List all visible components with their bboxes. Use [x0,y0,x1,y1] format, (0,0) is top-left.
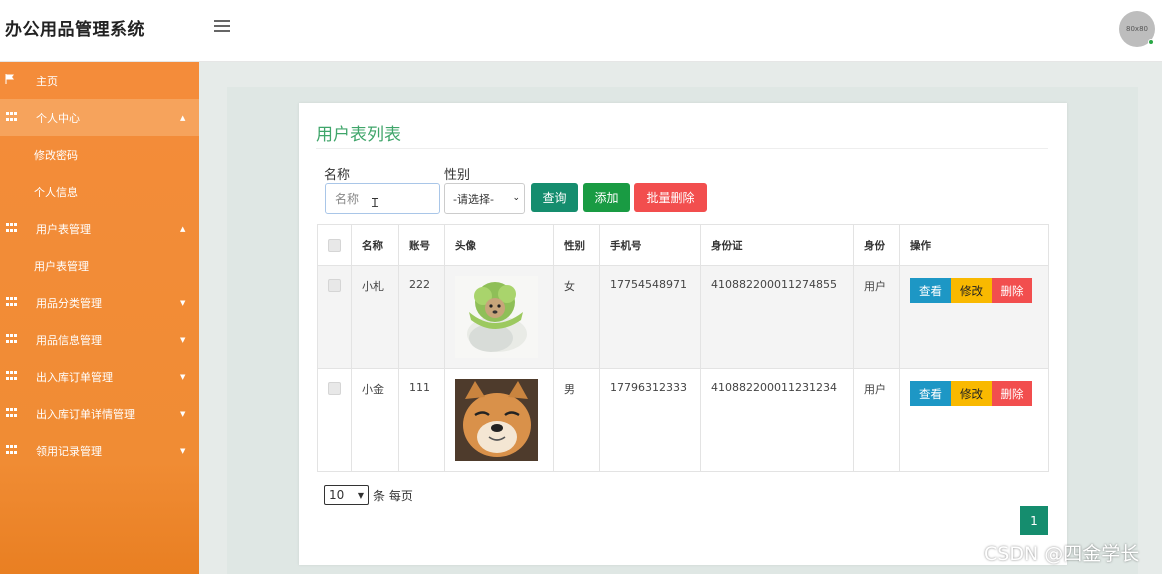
chevron-down-icon: ▼ [180,446,186,455]
gender-select[interactable]: -请选择- ⌄ [444,183,525,214]
grid-icon [6,445,17,455]
chevron-down-icon: ▼ [180,372,186,381]
row-checkbox[interactable] [328,278,341,292]
column-header-role: 身份 [853,224,900,266]
sidebar-item-label: 用品信息管理 [36,333,102,347]
sidebar-subitem-user-management[interactable]: 用户表管理 [0,247,199,284]
page-size-value: 10 [329,488,345,502]
sidebar-item-home[interactable]: 主页 [0,62,199,99]
grid-icon [6,408,17,418]
sidebar-item-user-management[interactable]: 用户表管理 ▲ [0,210,199,247]
chevron-down-icon: ⌄ [512,193,520,203]
chevron-down-icon: ▼ [180,409,186,418]
watermark: CSDN @四金学长 [984,543,1140,565]
delete-button[interactable]: 删除 [992,278,1032,303]
row-actions: 查看 修改 删除 [910,381,1038,406]
user-table: 名称 账号 头像 性别 手机号 身份证 身份 操作 小札 222 女 17754… [317,224,1049,472]
cell-id-card: 410882200011231234 [700,368,854,472]
top-bar: 办公用品管理系统 80x80 [0,0,1162,62]
cell-id-card: 410882200011274855 [700,265,854,369]
sidebar-item-label: 领用记录管理 [36,444,102,458]
row-actions: 查看 修改 删除 [910,278,1038,303]
sidebar-item-label: 用品分类管理 [36,296,102,310]
cell-account: 111 [398,368,445,472]
sidebar-item-label: 出入库订单管理 [36,370,113,384]
chevron-down-icon: ▼ [357,490,364,500]
cell-name: 小札 [351,265,399,369]
delete-button[interactable]: 删除 [992,381,1032,406]
view-button[interactable]: 查看 [910,278,951,303]
cell-role: 用户 [853,368,900,472]
flag-icon [5,74,14,84]
cell-name: 小金 [351,368,399,472]
grid-icon [6,334,17,344]
sidebar-item-personal-center[interactable]: 个人中心 ▲ [0,99,199,136]
chevron-up-icon: ▲ [180,113,186,122]
sidebar-item-category-management[interactable]: 用品分类管理 ▼ [0,284,199,321]
sidebar-item-stock-order-management[interactable]: 出入库订单管理 ▼ [0,358,199,395]
cell-gender: 女 [553,265,600,369]
chevron-down-icon: ▼ [180,335,186,344]
column-header-gender: 性别 [553,224,600,266]
sidebar-subitem-personal-info[interactable]: 个人信息 [0,173,199,210]
sidebar-item-usage-record-management[interactable]: 领用记录管理 ▼ [0,432,199,469]
menu-toggle-icon[interactable] [214,20,230,32]
page-title: 用户表列表 [316,125,401,145]
table-row: 小札 222 女 17754548971 410882200011274855 … [317,265,1049,369]
title-divider [316,148,1048,149]
column-header-id-card: 身份证 [700,224,854,266]
chevron-down-icon: ▼ [180,298,186,307]
edit-button[interactable]: 修改 [951,381,992,406]
sidebar: 主页 个人中心 ▲ 修改密码 个人信息 用户表管理 ▲ 用户表管理 用品分类管理… [0,62,199,574]
grid-icon [6,112,17,122]
page-size-label: 条 每页 [373,489,413,503]
add-button[interactable]: 添加 [583,183,630,212]
column-header-avatar: 头像 [444,224,554,266]
page-size-select[interactable]: 10 ▼ [324,485,369,505]
view-button[interactable]: 查看 [910,381,951,406]
batch-delete-button[interactable]: 批量删除 [634,183,707,212]
query-button[interactable]: 查询 [531,183,578,212]
text-cursor-icon: Ｉ [369,196,382,210]
sidebar-subitem-change-password[interactable]: 修改密码 [0,136,199,173]
cell-role: 用户 [853,265,900,369]
gender-filter-label: 性别 [444,168,471,183]
grid-icon [6,223,17,233]
table-header-row: 名称 账号 头像 性别 手机号 身份证 身份 操作 [317,224,1049,266]
avatar-text: 80x80 [1126,25,1148,33]
sidebar-item-label: 出入库订单详情管理 [36,407,135,421]
sidebar-item-label: 个人中心 [36,111,80,125]
select-all-checkbox[interactable] [328,238,341,252]
cell-account: 222 [398,265,445,369]
column-header-phone: 手机号 [599,224,701,266]
sidebar-item-supply-info-management[interactable]: 用品信息管理 ▼ [0,321,199,358]
column-header-account: 账号 [398,224,445,266]
grid-icon [6,371,17,381]
name-filter-label: 名称 [324,168,351,183]
cell-gender: 男 [553,368,600,472]
gender-select-value: -请选择- [453,192,494,206]
cell-phone: 17754548971 [599,265,701,369]
user-list-panel: 用户表列表 名称 性别 Ｉ -请选择- ⌄ 查询 添加 批量删除 名称 账号 头… [299,103,1067,565]
sidebar-item-stock-order-detail-management[interactable]: 出入库订单详情管理 ▼ [0,395,199,432]
page-number-button[interactable]: 1 [1020,506,1048,535]
avatar[interactable]: 80x80 [1119,11,1155,47]
table-row: 小金 111 男 17796312333 410882200011231234 … [317,368,1049,472]
name-search-input[interactable] [325,183,440,214]
chevron-up-icon: ▲ [180,224,186,233]
avatar-image [455,379,538,461]
column-header-actions: 操作 [899,224,1049,266]
column-header-name: 名称 [351,224,399,266]
sidebar-item-label: 主页 [36,74,58,88]
avatar-image [455,276,538,358]
edit-button[interactable]: 修改 [951,278,992,303]
app-title: 办公用品管理系统 [5,20,145,40]
grid-icon [6,297,17,307]
cell-phone: 17796312333 [599,368,701,472]
row-checkbox[interactable] [328,381,341,395]
online-status-dot [1148,39,1154,45]
sidebar-item-label: 用户表管理 [36,222,91,236]
